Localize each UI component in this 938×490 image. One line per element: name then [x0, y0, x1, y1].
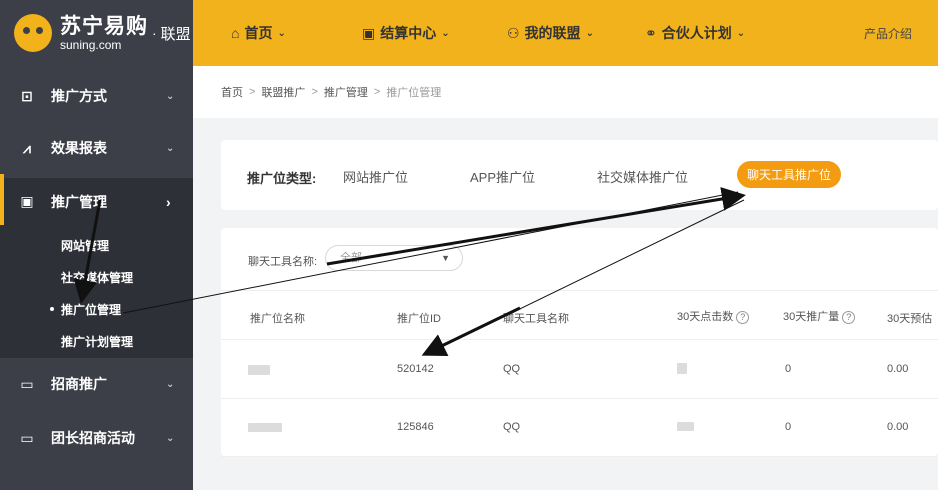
- chat-tool-filter-label: 聊天工具名称:: [248, 256, 318, 268]
- position-type-label: 推广位类型:: [247, 171, 317, 186]
- blurred-name: [248, 365, 270, 375]
- sidebar-item-promo-method[interactable]: ⊡ 推广方式 ⌄: [0, 74, 193, 118]
- type-option-chat-tool[interactable]: 聊天工具推广位: [737, 161, 842, 188]
- chevron-down-icon: ⌄: [441, 27, 450, 39]
- blurred-clicks: [677, 363, 687, 374]
- chevron-down-icon: ⌄: [736, 27, 746, 39]
- position-table-card: 聊天工具名称: 全部 ▼ 推广位名称 推广位ID 聊天工具名称 30天点击数? …: [221, 228, 938, 457]
- blurred-clicks: [677, 422, 694, 431]
- promo-method-icon: ⊡: [21, 87, 33, 104]
- breadcrumb-union-promo[interactable]: 联盟推广: [261, 84, 305, 100]
- type-option-social[interactable]: 社交媒体推广位: [597, 167, 688, 186]
- caret-down-icon: ▼: [441, 253, 450, 263]
- breadcrumb-sep: >: [249, 86, 256, 98]
- cell-tool: QQ: [503, 363, 521, 375]
- chevron-down-icon: ⌄: [585, 27, 594, 39]
- sidebar-item-label: 推广管理: [51, 193, 107, 210]
- sidebar-item-promo-manage[interactable]: ▣ 推广管理 ›: [0, 178, 193, 225]
- breadcrumb-home[interactable]: 首页: [221, 84, 243, 100]
- shop-icon: ▭: [20, 375, 34, 392]
- chevron-down-icon: ⌄: [166, 432, 175, 444]
- chart-icon: ⩘: [23, 139, 31, 156]
- sidebar-item-group-leader[interactable]: ▭ 团长招商活动 ⌄: [0, 416, 193, 460]
- cell-estimate: 0.00: [887, 421, 909, 433]
- submenu-plan-manage[interactable]: 推广计划管理: [61, 333, 133, 350]
- logo-cn: 苏宁易购: [60, 14, 148, 38]
- chat-tool-select[interactable]: 全部 ▼: [325, 245, 463, 271]
- sidebar: ⊡ 推广方式 ⌄ ⩘ 效果报表 ⌄ ▣ 推广管理 › 网站管理 社交媒体管理 推…: [0, 66, 193, 490]
- breadcrumb-sep: >: [311, 86, 318, 98]
- position-type-card: 推广位类型: 网站推广位 APP推广位 社交媒体推广位 聊天工具推广位: [221, 140, 938, 210]
- top-bar: 苏宁易购 suning.com · 联盟 ⌂ 首页 ⌄ ▣ 结算中心 ⌄ ⚇ 我…: [0, 0, 938, 66]
- cell-estimate: 0.00: [887, 363, 909, 375]
- nav-settlement[interactable]: ▣ 结算中心 ⌄: [362, 0, 450, 66]
- nav-my-union-label: 我的联盟: [524, 25, 581, 41]
- nav-my-union[interactable]: ⚇ 我的联盟 ⌄: [507, 0, 594, 66]
- cell-tool: QQ: [503, 421, 521, 433]
- sidebar-item-label: 招商推广: [51, 376, 107, 392]
- monitor-icon: ▣: [20, 193, 34, 209]
- breadcrumb-sep: >: [373, 86, 381, 98]
- table-header: 推广位名称 推广位ID 聊天工具名称 30天点击数? 30天推广量? 30天预估: [221, 290, 938, 340]
- submenu-social-manage[interactable]: 社交媒体管理: [61, 269, 133, 286]
- breadcrumb: 首页 > 联盟推广 > 推广管理 > 推广位管理: [193, 66, 938, 118]
- sidebar-item-label: 团长招商活动: [51, 430, 135, 446]
- nav-partner-plan[interactable]: ⚭ 合伙人计划 ⌄: [645, 0, 745, 66]
- chevron-right-icon: ›: [166, 193, 171, 210]
- submenu-site-manage[interactable]: 网站管理: [61, 237, 109, 254]
- sidebar-item-label: 效果报表: [51, 140, 107, 156]
- sidebar-item-merchant[interactable]: ▭ 招商推广 ⌄: [0, 362, 193, 406]
- type-option-website[interactable]: 网站推广位: [343, 167, 408, 186]
- blurred-name: [248, 423, 282, 432]
- sidebar-item-label: 推广方式: [51, 88, 107, 104]
- th-clicks-label: 30天点击数: [677, 311, 734, 323]
- th-clicks: 30天点击数?: [677, 308, 750, 324]
- breadcrumb-current: 推广位管理: [386, 87, 442, 99]
- nav-home[interactable]: ⌂ 首页 ⌄: [231, 0, 286, 66]
- chat-tool-select-value: 全部: [340, 252, 362, 264]
- logo[interactable]: 苏宁易购 suning.com · 联盟: [0, 0, 193, 66]
- logo-separator: ·: [152, 25, 157, 41]
- user-icon: ⚇: [507, 24, 520, 41]
- partner-icon: ⚭: [645, 24, 657, 41]
- cell-promo: 0: [785, 363, 792, 375]
- logo-en: suning.com: [60, 37, 122, 52]
- submenu: 网站管理 社交媒体管理 推广位管理 推广计划管理: [0, 225, 193, 358]
- table-row: 520142 QQ 0 0.00: [221, 341, 938, 399]
- sidebar-item-reports[interactable]: ⩘ 效果报表 ⌄: [0, 126, 193, 170]
- submenu-position-manage[interactable]: 推广位管理: [61, 301, 121, 318]
- chevron-down-icon: ⌄: [166, 378, 175, 390]
- nav-product-intro[interactable]: 产品介绍: [864, 0, 912, 66]
- logo-text: 苏宁易购 suning.com: [60, 16, 148, 51]
- cell-promo: 0: [785, 421, 792, 433]
- th-estimate: 30天预估: [887, 313, 933, 325]
- table-row: 125846 QQ 0 0.00: [221, 399, 938, 457]
- suning-mascot-icon: [14, 14, 52, 52]
- shop-icon: ▭: [20, 429, 34, 446]
- nav-partner-plan-label: 合伙人计划: [661, 25, 732, 41]
- chevron-down-icon: ⌄: [277, 27, 286, 39]
- cell-id: 125846: [397, 421, 434, 433]
- th-position-id: 推广位ID: [397, 313, 441, 325]
- home-icon: ⌂: [231, 25, 240, 41]
- help-icon[interactable]: ?: [736, 311, 750, 324]
- help-icon[interactable]: ?: [842, 311, 856, 324]
- cell-id: 520142: [397, 363, 434, 375]
- chevron-down-icon: ⌄: [166, 90, 175, 102]
- th-chat-tool: 聊天工具名称: [503, 313, 569, 325]
- th-position-name: 推广位名称: [250, 313, 305, 325]
- th-promo-count: 30天推广量?: [783, 308, 856, 324]
- th-promo-label: 30天推广量: [783, 311, 840, 323]
- nav-home-label: 首页: [244, 25, 273, 41]
- settlement-icon: ▣: [362, 24, 376, 41]
- type-option-app[interactable]: APP推广位: [470, 167, 535, 186]
- breadcrumb-promo-manage[interactable]: 推广管理: [324, 84, 368, 100]
- chevron-down-icon: ⌄: [166, 142, 175, 154]
- nav-settlement-label: 结算中心: [380, 25, 437, 41]
- logo-union: 联盟: [160, 25, 191, 43]
- active-dot: [50, 307, 54, 311]
